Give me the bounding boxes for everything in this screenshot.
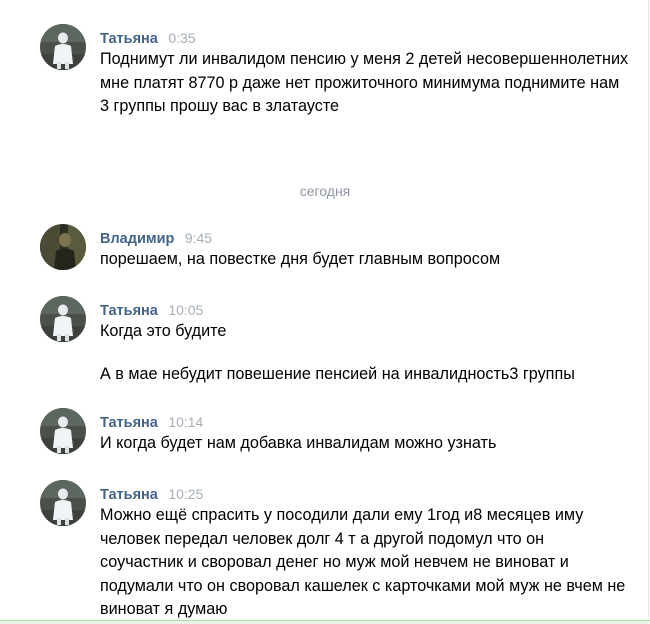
message-paragraph: Поднимут ли инвалидом пенсию у меня 2 де… — [100, 50, 629, 115]
author-name[interactable]: Татьяна — [100, 415, 158, 431]
tatyana-avatar[interactable] — [40, 480, 86, 526]
message-time[interactable]: 10:05 — [168, 302, 203, 318]
message-paragraph: порешаем, на повестке дня будет главным … — [100, 250, 501, 268]
message-text: Поднимут ли инвалидом пенсию у меня 2 де… — [100, 48, 630, 119]
message-text: порешаем, на повестке дня будет главным … — [100, 248, 630, 272]
author-name[interactable]: Татьяна — [100, 31, 158, 47]
message-paragraph: Когда это будите — [100, 322, 227, 340]
date-separator: сегодня — [299, 183, 351, 199]
message-text: И когда будет нам добавка инвалидам можн… — [100, 432, 630, 456]
tatyana-avatar[interactable] — [40, 296, 86, 342]
bottom-divider — [0, 620, 650, 624]
tatyana-avatar[interactable] — [40, 24, 86, 70]
tatyana-avatar[interactable] — [40, 408, 86, 454]
message-text: Когда это будите А в мае небудит повешен… — [100, 320, 630, 386]
vladimir-avatar[interactable] — [40, 224, 86, 270]
message-paragraph: Можно ещё спрасить у посодили дали ему 1… — [100, 506, 626, 618]
author-name[interactable]: Татьяна — [100, 487, 158, 503]
message-time[interactable]: 10:14 — [168, 414, 203, 430]
message-text: Можно ещё спрасить у посодили дали ему 1… — [100, 504, 630, 622]
message-paragraph: И когда будет нам добавка инвалидам можн… — [100, 434, 497, 452]
message-paragraph: А в мае небудит повешение пенсией на инв… — [100, 364, 575, 383]
author-name[interactable]: Владимир — [100, 231, 174, 247]
author-name[interactable]: Татьяна — [100, 303, 158, 319]
message-time[interactable]: 0:35 — [168, 30, 195, 46]
message-time[interactable]: 10:25 — [168, 486, 203, 502]
message-time[interactable]: 9:45 — [185, 230, 212, 246]
